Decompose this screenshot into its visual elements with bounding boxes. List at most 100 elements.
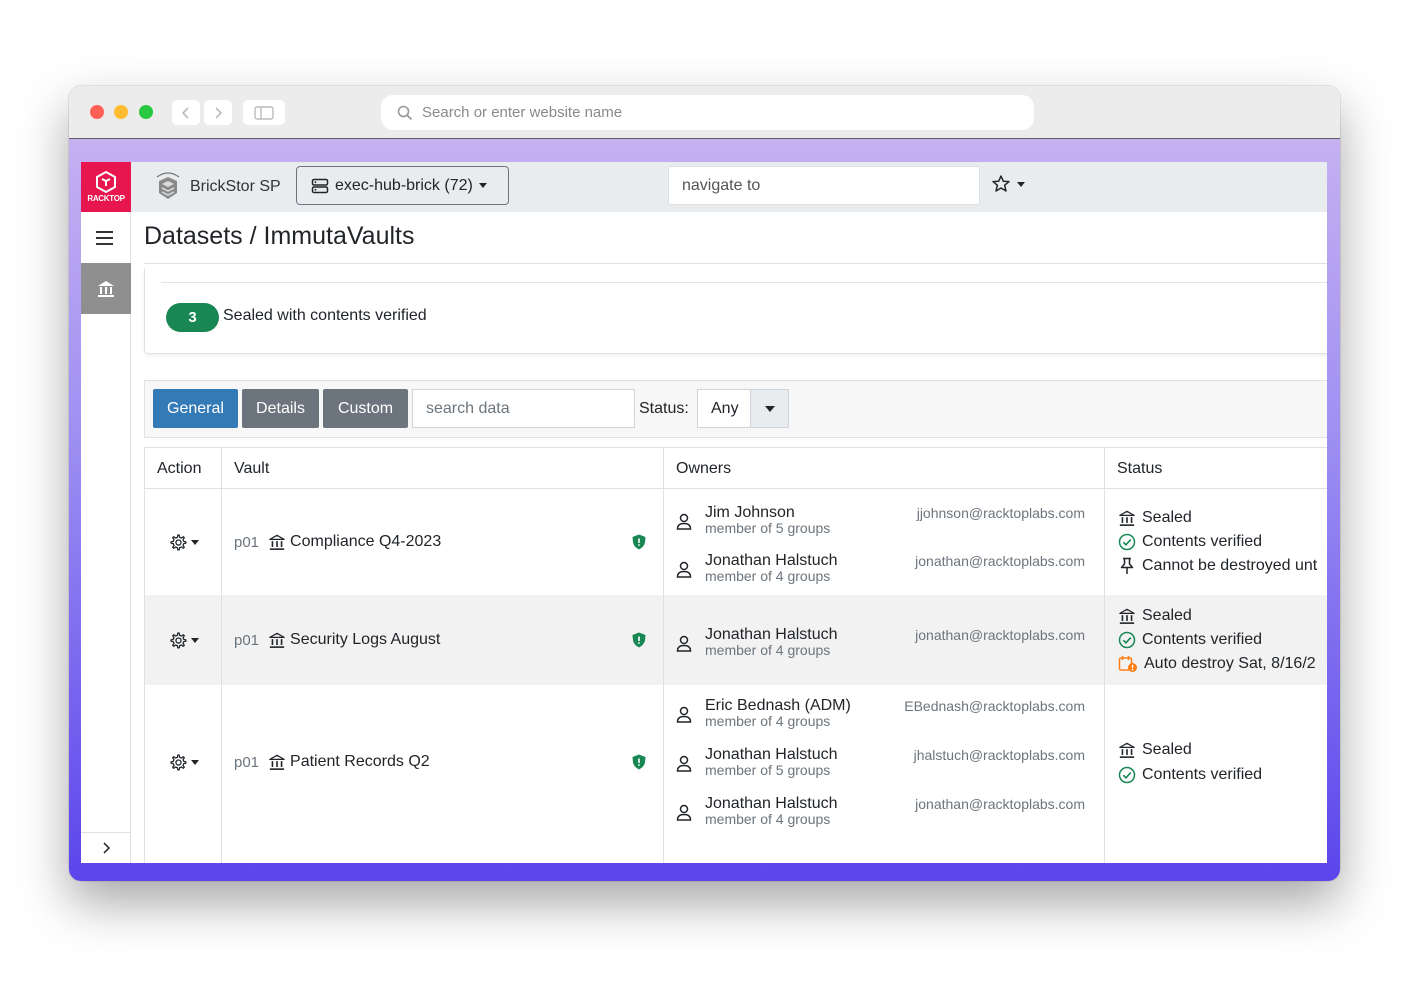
back-button[interactable]	[172, 100, 200, 125]
row-action-dropdown[interactable]	[170, 754, 199, 771]
header-status[interactable]: Status	[1117, 460, 1162, 478]
tab-details[interactable]: Details	[242, 389, 319, 428]
navigate-placeholder: navigate to	[682, 176, 761, 194]
racktop-logo[interactable]: RACKTOP	[81, 162, 131, 212]
row-action-dropdown[interactable]	[170, 632, 199, 649]
column-divider	[663, 448, 664, 863]
tab-general[interactable]: General	[153, 389, 238, 428]
sealed-count-label: Sealed with contents verified	[223, 307, 427, 324]
navigate-input[interactable]: navigate to	[668, 166, 980, 205]
vaults-table: Action Vault Owners Status p01 Complianc…	[144, 447, 1327, 863]
owner-email[interactable]: EBednash@racktoplabs.com	[904, 698, 1085, 714]
bank-icon	[1119, 742, 1135, 758]
summary-card: 3 Sealed with contents verified	[144, 268, 1327, 354]
pool-label: p01	[234, 631, 260, 649]
address-bar[interactable]: Search or enter website name	[381, 95, 1034, 130]
pool-label: p01	[234, 533, 260, 551]
browser-chrome: Search or enter website name	[69, 86, 1340, 139]
bank-icon	[269, 754, 285, 770]
bank-icon	[269, 632, 285, 648]
table-header: Action Vault Owners Status	[145, 448, 1327, 489]
vault-name: Patient Records Q2	[290, 753, 430, 770]
status-filter-label: Status:	[639, 400, 689, 417]
page-title: Datasets / ImmutaVaults	[144, 222, 415, 250]
shield-icon	[632, 534, 646, 550]
status-verified: Contents verified	[1118, 631, 1262, 649]
close-window-button[interactable]	[90, 105, 104, 119]
sealed-count-badge[interactable]: 3	[166, 303, 219, 332]
status-filter-toggle[interactable]	[750, 390, 788, 427]
status-auto-destroy: Auto destroy Sat, 8/16/2	[1118, 655, 1316, 673]
status-sealed: Sealed	[1118, 741, 1192, 759]
header-action[interactable]: Action	[157, 460, 201, 478]
status-text: Sealed	[1142, 607, 1192, 624]
owner-groups: member of 4 groups	[705, 568, 831, 584]
favorites-dropdown[interactable]	[991, 174, 1025, 194]
vault-name-cell[interactable]: p01 Security Logs August	[234, 631, 440, 649]
caret-down-icon	[191, 760, 199, 765]
row-action-dropdown[interactable]	[170, 534, 199, 551]
zoom-window-button[interactable]	[139, 105, 153, 119]
title-divider	[144, 263, 1327, 264]
owner-email[interactable]: jonathan@racktoplabs.com	[915, 796, 1085, 812]
table-toolbar: General Details Custom search data Statu…	[144, 380, 1327, 438]
status-filter-select[interactable]: Any	[697, 389, 789, 428]
table-row[interactable]: p01 Patient Records Q2 Eric Bednash (ADM…	[145, 685, 1327, 863]
user-icon	[676, 513, 692, 530]
column-divider	[221, 448, 222, 863]
vault-name-cell[interactable]: p01 Compliance Q4-2023	[234, 533, 441, 551]
user-icon	[676, 706, 692, 723]
tab-custom[interactable]: Custom	[323, 389, 408, 428]
header-vault[interactable]: Vault	[234, 460, 269, 478]
brand-name: BrickStor SP	[190, 178, 281, 195]
status-text: Cannot be destroyed unt	[1142, 557, 1318, 574]
sidebar-toggle-button[interactable]	[243, 100, 285, 125]
owner-email[interactable]: jjohnson@racktoplabs.com	[917, 505, 1085, 521]
status-filter-value: Any	[711, 399, 739, 417]
sidebar	[81, 212, 131, 863]
search-data-input[interactable]: search data	[412, 389, 635, 428]
owner-email[interactable]: jonathan@racktoplabs.com	[915, 627, 1085, 643]
vault-name-cell[interactable]: p01 Patient Records Q2	[234, 753, 430, 771]
minimize-window-button[interactable]	[114, 105, 128, 119]
status-text: Auto destroy Sat, 8/16/2	[1144, 655, 1316, 672]
owner-groups: member of 4 groups	[705, 713, 831, 729]
caret-down-icon	[764, 405, 775, 412]
server-icon	[311, 178, 329, 193]
owner-email[interactable]: jhalstuch@racktoplabs.com	[914, 747, 1085, 763]
status-text: Sealed	[1142, 741, 1192, 758]
user-icon	[676, 804, 692, 821]
hamburger-menu-icon[interactable]	[96, 231, 113, 249]
bank-icon	[1119, 510, 1135, 526]
table-row[interactable]: p01 Compliance Q4-2023 Jim Johnson membe…	[145, 490, 1327, 595]
server-label: exec-hub-brick (72)	[335, 176, 473, 194]
search-icon	[397, 105, 413, 120]
bank-icon	[269, 534, 285, 550]
caret-down-icon	[191, 540, 199, 545]
user-icon	[676, 561, 692, 578]
status-retention: Cannot be destroyed unt	[1118, 557, 1317, 575]
sidebar-item-vaults[interactable]	[81, 263, 131, 314]
status-sealed: Sealed	[1118, 509, 1192, 527]
shield-icon	[632, 632, 646, 648]
brickstor-badge-icon	[156, 172, 180, 199]
status-verified: Contents verified	[1118, 533, 1262, 551]
table-row[interactable]: p01 Security Logs August Jonathan Halstu…	[145, 595, 1327, 685]
bank-icon	[1119, 608, 1135, 624]
cube-logo-icon	[96, 171, 116, 193]
server-dropdown[interactable]: exec-hub-brick (72)	[296, 166, 509, 205]
caret-down-icon	[191, 638, 199, 643]
owner-groups: member of 4 groups	[705, 811, 831, 827]
sidebar-expand-button[interactable]	[81, 832, 131, 863]
brand[interactable]: BrickStor SP	[153, 168, 281, 206]
status-text: Contents verified	[1142, 631, 1263, 648]
sidebar-icon	[254, 105, 274, 120]
bank-icon	[98, 280, 114, 297]
status-text: Contents verified	[1142, 533, 1263, 550]
status-sealed: Sealed	[1118, 607, 1192, 625]
vault-name: Security Logs August	[290, 631, 441, 648]
header-owners[interactable]: Owners	[676, 460, 731, 478]
forward-button[interactable]	[204, 100, 232, 125]
star-icon	[992, 175, 1010, 192]
owner-email[interactable]: jonathan@racktoplabs.com	[915, 553, 1085, 569]
